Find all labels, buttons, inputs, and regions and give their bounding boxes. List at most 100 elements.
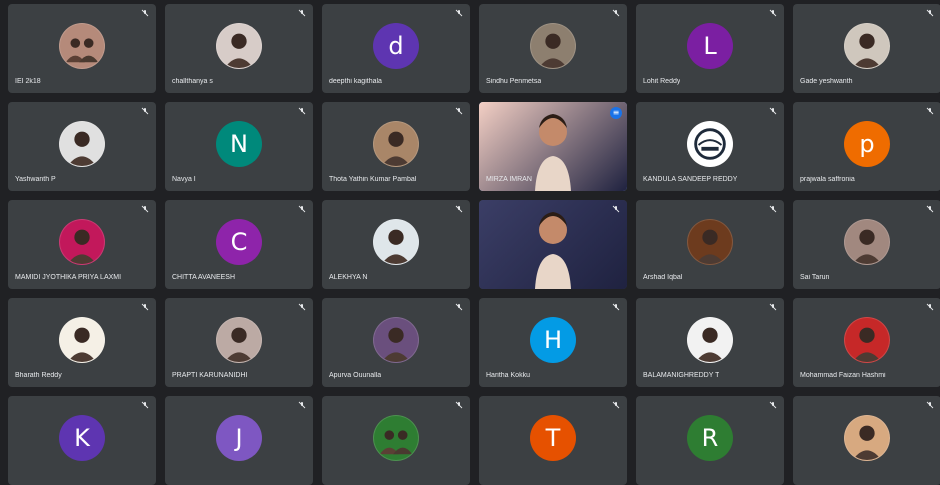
mic-off-icon xyxy=(455,205,463,213)
mic-off-icon xyxy=(298,205,306,213)
participant-tile[interactable]: Gade yeshwanth xyxy=(793,4,940,93)
participant-tile[interactable]: Arshad Iqbal xyxy=(636,200,784,289)
participant-tile[interactable]: challthanya s xyxy=(165,4,313,93)
participant-tile[interactable]: KANDULA SANDEEP REDDY xyxy=(636,102,784,191)
participant-name: Thota Yathin Kumar Pambal xyxy=(329,176,417,183)
participant-tile[interactable]: MAMIDI JYOTHIKA PRIYA LAXMI xyxy=(8,200,156,289)
avatar-photo xyxy=(59,23,105,69)
avatar-initial: N xyxy=(216,121,262,167)
participant-name: prajwala saffronia xyxy=(800,176,855,183)
participant-tile[interactable]: Sai Tarun xyxy=(793,200,940,289)
mic-off-icon xyxy=(769,9,777,17)
avatar-photo xyxy=(59,219,105,265)
person-photo-icon xyxy=(381,131,411,166)
participant-name: Lohit Reddy xyxy=(643,78,681,85)
mic-off-icon xyxy=(455,401,463,409)
avatar-initial: L xyxy=(687,23,733,69)
participant-tile[interactable]: ≡ MIRZA IMRAN xyxy=(479,102,627,191)
participant-tile[interactable]: d deepthi kagithala xyxy=(322,4,470,93)
mic-off-icon xyxy=(141,9,149,17)
participant-tile[interactable]: p prajwala saffronia xyxy=(793,102,940,191)
person-photo-icon xyxy=(224,327,254,362)
participant-name: CHITTA AVANEESH xyxy=(172,274,236,281)
mic-off-icon xyxy=(298,401,306,409)
avatar-initial: K xyxy=(59,415,105,461)
avatar-photo xyxy=(844,23,890,69)
mic-off-icon xyxy=(926,303,934,311)
person-photo-icon xyxy=(381,229,411,264)
person-photo-icon xyxy=(695,327,725,362)
avatar-initial: p xyxy=(844,121,890,167)
avatar-photo xyxy=(59,317,105,363)
participant-name: deepthi kagithala xyxy=(329,78,382,85)
participant-tile[interactable]: L Lohit Reddy xyxy=(636,4,784,93)
person-photo-icon xyxy=(67,327,97,362)
person-photo-icon xyxy=(695,229,725,264)
participant-name: Navya I xyxy=(172,176,196,183)
avatar-photo xyxy=(373,415,419,461)
participant-name: PRAPTI KARUNANIDHI xyxy=(172,372,248,379)
mic-off-icon xyxy=(769,107,777,115)
avatar-photo xyxy=(530,23,576,69)
person-photo-icon xyxy=(224,33,254,68)
person-video-icon xyxy=(535,114,571,191)
mic-off-icon xyxy=(455,9,463,17)
participant-tile[interactable]: IEI 2k18 xyxy=(8,4,156,93)
mic-off-icon xyxy=(141,303,149,311)
participant-name: Gade yeshwanth xyxy=(800,78,853,85)
participant-tile[interactable]: PRAPTI KARUNANIDHI xyxy=(165,298,313,387)
participant-tile[interactable]: K xyxy=(8,396,156,485)
participant-tile[interactable]: Apurva Ouunalla xyxy=(322,298,470,387)
person-photo-icon xyxy=(852,33,882,68)
mic-off-icon xyxy=(141,401,149,409)
participant-tile[interactable]: R xyxy=(636,396,784,485)
avatar-photo xyxy=(844,415,890,461)
mic-off-icon xyxy=(769,303,777,311)
mic-off-icon xyxy=(612,303,620,311)
participant-name: IEI 2k18 xyxy=(15,78,41,85)
participant-name: Sai Tarun xyxy=(800,274,830,281)
avatar-initial: C xyxy=(216,219,262,265)
participant-tile[interactable]: BALAMANIGHREDDY T xyxy=(636,298,784,387)
participant-tile[interactable]: N Navya I xyxy=(165,102,313,191)
avatar-initial: d xyxy=(373,23,419,69)
participant-tile[interactable]: J xyxy=(165,396,313,485)
participant-tile[interactable]: H Haritha Kokku xyxy=(479,298,627,387)
mic-off-icon xyxy=(455,303,463,311)
participant-tile[interactable] xyxy=(322,396,470,485)
avatar-initial: J xyxy=(216,415,262,461)
participant-name: Apurva Ouunalla xyxy=(329,372,382,379)
avatar-photo xyxy=(59,121,105,167)
participant-tile[interactable] xyxy=(793,396,940,485)
mic-off-icon xyxy=(769,401,777,409)
participant-tile[interactable]: T xyxy=(479,396,627,485)
speaking-icon: ≡ xyxy=(610,107,622,119)
avatar-photo xyxy=(844,317,890,363)
participant-tile[interactable]: Bharath Reddy xyxy=(8,298,156,387)
avatar-photo xyxy=(216,23,262,69)
mic-off-icon xyxy=(298,107,306,115)
avatar-photo xyxy=(687,121,733,167)
mic-off-icon xyxy=(612,9,620,17)
participant-tile[interactable] xyxy=(479,200,627,289)
mic-off-icon xyxy=(612,205,620,213)
logo-icon xyxy=(694,128,726,160)
avatar-photo xyxy=(687,317,733,363)
participant-tile[interactable]: Mohammad Faizan Hashmi xyxy=(793,298,940,387)
mic-off-icon xyxy=(926,401,934,409)
avatar-photo xyxy=(687,219,733,265)
participant-tile[interactable]: Sindhu Penmetsa xyxy=(479,4,627,93)
participant-name: Bharath Reddy xyxy=(15,372,62,379)
participant-tile[interactable]: C CHITTA AVANEESH xyxy=(165,200,313,289)
avatar-photo xyxy=(216,317,262,363)
person-photo-icon xyxy=(67,131,97,166)
participant-name: Sindhu Penmetsa xyxy=(486,78,542,85)
person-video-icon xyxy=(535,212,571,289)
participant-tile[interactable]: ALEKHYA N xyxy=(322,200,470,289)
mic-off-icon xyxy=(298,9,306,17)
participant-tile[interactable]: Thota Yathin Kumar Pambal xyxy=(322,102,470,191)
participant-name: ALEKHYA N xyxy=(329,274,368,281)
participant-name: Haritha Kokku xyxy=(486,372,530,379)
mic-off-icon xyxy=(455,107,463,115)
participant-tile[interactable]: Yashwanth P xyxy=(8,102,156,191)
